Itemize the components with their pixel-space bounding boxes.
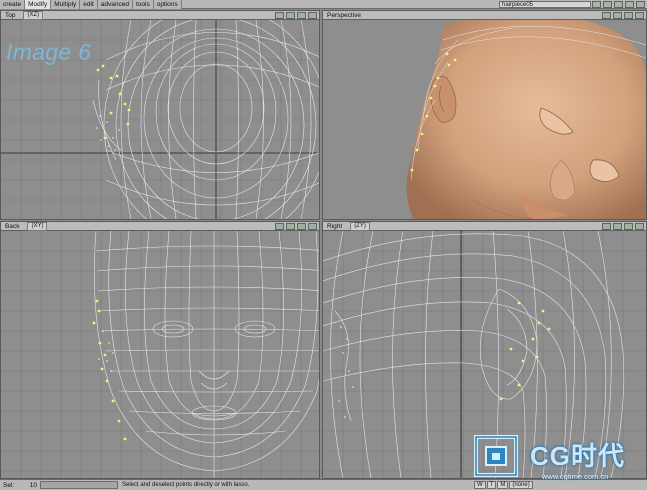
pan-icon[interactable]	[275, 12, 284, 19]
viewport-axis[interactable]: (XY)	[27, 222, 48, 231]
viewport-canvas[interactable]	[323, 20, 646, 219]
tab-multiply[interactable]: Multiply	[51, 0, 81, 9]
viewport-canvas[interactable]: Image 6	[1, 20, 319, 219]
zoom-icon[interactable]	[624, 12, 633, 19]
viewport-back[interactable]: Back (XY)	[0, 221, 320, 479]
rotate-icon[interactable]	[613, 12, 622, 19]
maximize-icon[interactable]	[308, 12, 317, 19]
menu-bar: create Modify Multiply edit advanced too…	[0, 0, 647, 9]
viewport-controls	[275, 223, 317, 230]
viewport-title-bar: Perspective	[323, 11, 646, 20]
viewport-top[interactable]: Top (XZ) Image 6	[0, 10, 320, 220]
image-caption: Image 6	[6, 39, 92, 65]
viewport-title-bar: Right (ZY)	[323, 222, 646, 231]
current-object-field[interactable]: hairpiece05	[499, 1, 591, 8]
maximize-icon[interactable]	[308, 223, 317, 230]
layer-button[interactable]	[614, 1, 623, 8]
tab-tools[interactable]: tools	[132, 0, 154, 9]
tab-create[interactable]: create	[0, 0, 26, 9]
viewport-canvas[interactable]	[1, 231, 319, 478]
selection-count: 10	[29, 481, 37, 489]
selection-label: Sel:	[3, 481, 15, 489]
maximize-icon[interactable]	[635, 12, 644, 19]
status-hint: Select and deselect points directly or w…	[122, 482, 250, 488]
perspective-head-render	[406, 20, 646, 219]
viewport-name[interactable]: Right	[323, 222, 346, 231]
watermark-brand: CG时代	[530, 441, 626, 471]
viewport-title-bar: Top (XZ)	[1, 11, 319, 20]
rotate-icon[interactable]	[286, 12, 295, 19]
viewport-title-bar: Back (XY)	[1, 222, 319, 231]
tab-edit[interactable]: edit	[80, 0, 98, 9]
zoom-icon[interactable]	[297, 223, 306, 230]
layer-button[interactable]	[603, 1, 612, 8]
viewport-controls	[602, 12, 644, 19]
viewport-axis[interactable]: (XZ)	[23, 11, 44, 20]
pan-icon[interactable]	[275, 223, 284, 230]
viewport-controls	[602, 223, 644, 230]
tab-advanced[interactable]: advanced	[97, 0, 133, 9]
viewport-name[interactable]: Top	[1, 11, 19, 20]
viewport-controls	[275, 12, 317, 19]
watermark-url: www.cgtime.com.cn	[542, 472, 609, 481]
rotate-icon[interactable]	[613, 223, 622, 230]
layer-button[interactable]	[592, 1, 601, 8]
maximize-icon[interactable]	[635, 223, 644, 230]
rotate-icon[interactable]	[286, 223, 295, 230]
cg-logo-icon	[474, 435, 518, 477]
toolbar-buttons	[592, 1, 645, 8]
layer-button[interactable]	[636, 1, 645, 8]
pan-icon[interactable]	[602, 12, 611, 19]
tab-options[interactable]: options	[153, 0, 182, 9]
tab-modify[interactable]: Modify	[25, 0, 52, 9]
viewport-axis[interactable]: (ZY)	[350, 222, 370, 231]
watermark: CG时代 www.cgtime.com.cn	[472, 431, 642, 483]
zoom-icon[interactable]	[624, 223, 633, 230]
back-view-wireframe	[1, 231, 319, 478]
pan-icon[interactable]	[602, 223, 611, 230]
viewport-name[interactable]: Back	[1, 222, 23, 231]
viewport-perspective[interactable]: Perspective	[322, 10, 647, 220]
zoom-icon[interactable]	[297, 12, 306, 19]
layer-button[interactable]	[625, 1, 634, 8]
numeric-readout	[40, 481, 118, 489]
viewport-name[interactable]: Perspective	[323, 11, 365, 20]
